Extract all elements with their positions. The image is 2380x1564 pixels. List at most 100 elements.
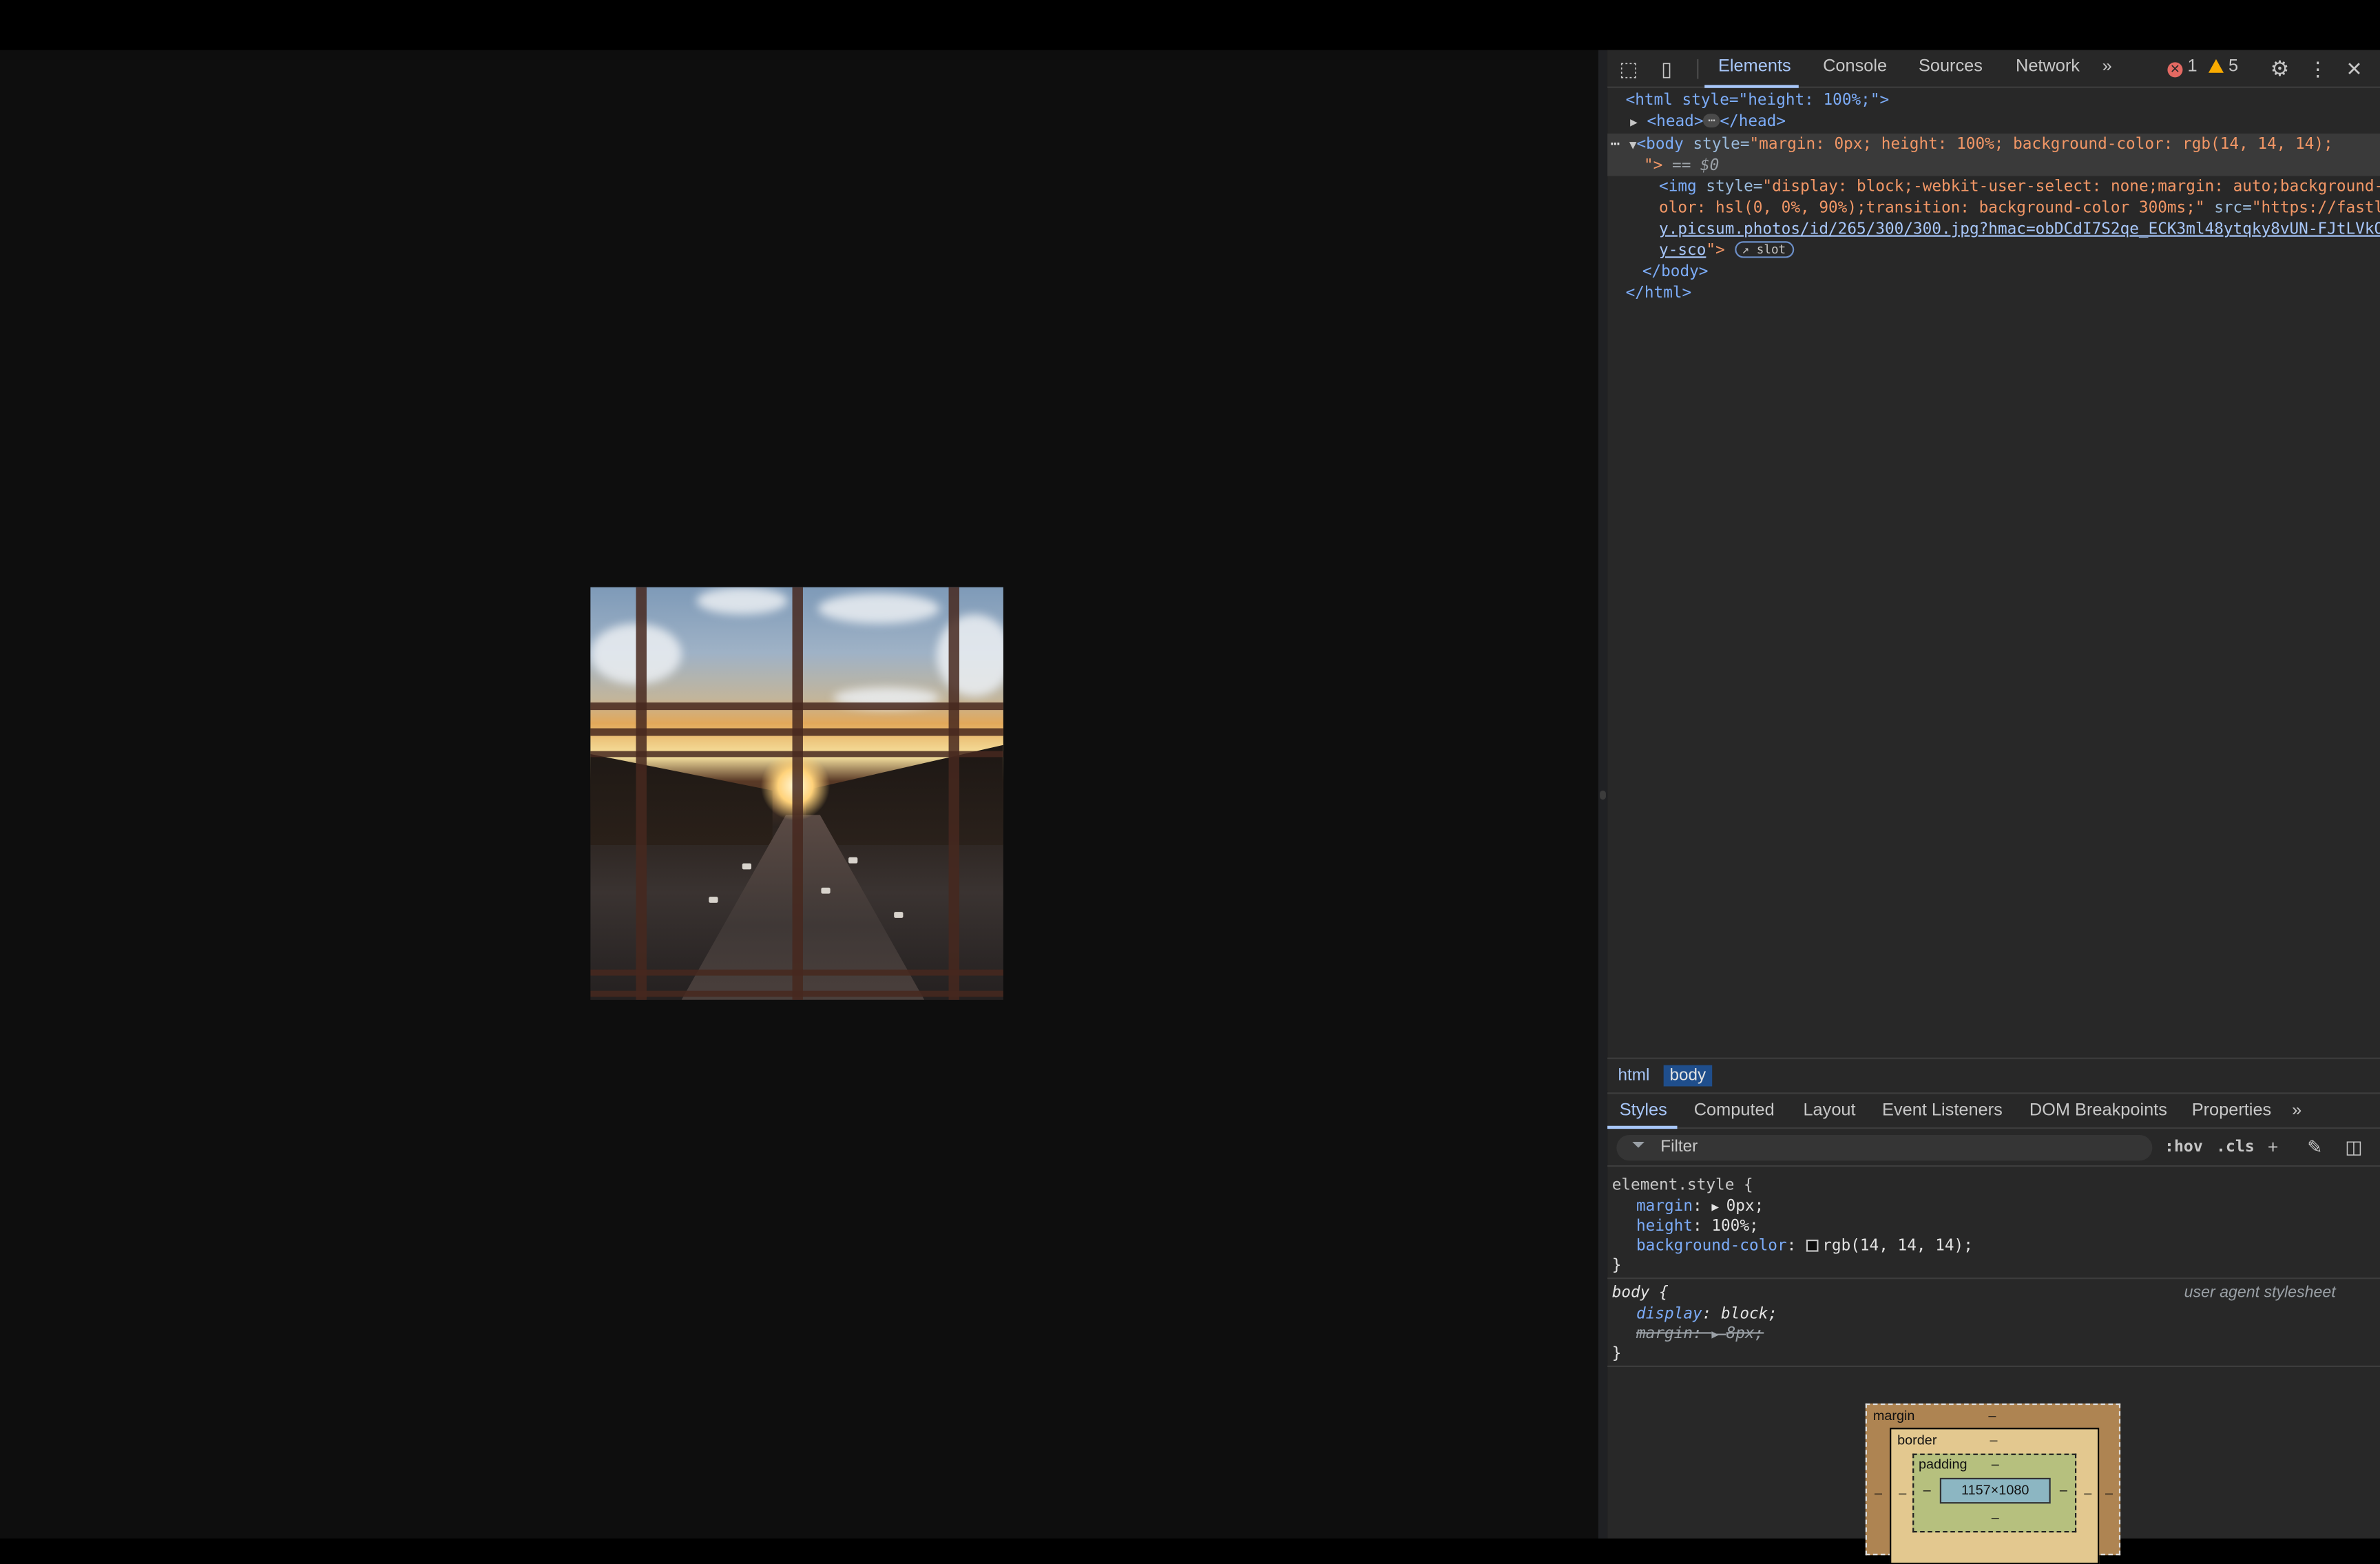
railing-bar xyxy=(590,969,1003,976)
tab-dom-breakpoints[interactable]: DOM Breakpoints xyxy=(2029,1101,2167,1119)
box-model-margin[interactable]: margin – – – border – – – padding – – – … xyxy=(1865,1403,2121,1564)
body-rule-selector[interactable]: body { xyxy=(1612,1284,1669,1304)
browser-top-bar xyxy=(0,0,2380,50)
close-brace: } xyxy=(1611,1256,1622,1275)
style-rule-margin[interactable]: margin: ▶ 0px; xyxy=(1636,1197,1764,1217)
panel-resize-handle[interactable] xyxy=(1598,50,1608,1539)
dom-line-img[interactable]: <img style="display: block;-webkit-user-… xyxy=(1659,178,2380,198)
displayed-image[interactable] xyxy=(590,587,1003,1000)
dom-line-html-close[interactable]: </html> xyxy=(1626,284,1692,304)
property-value[interactable]: rgb(14, 14, 14); xyxy=(1822,1237,1973,1255)
dom-line-body[interactable]: ⋯ ▼<body style="margin: 0px; height: 100… xyxy=(1611,135,2333,156)
node-actions-icon[interactable]: ⋯ xyxy=(1611,135,1620,153)
html-close-tag: </html> xyxy=(1625,283,1692,302)
element-style-selector[interactable]: element.style { xyxy=(1612,1176,1753,1196)
box-model-padding[interactable]: padding – – – – 1157×1080 xyxy=(1912,1453,2077,1533)
body-close-quote: "> xyxy=(1644,156,1663,175)
body-close-tag: </body> xyxy=(1642,262,1709,281)
dom-line-body-close[interactable]: </body> xyxy=(1642,262,1709,283)
ua-stylesheet-label: user agent stylesheet xyxy=(2184,1284,2336,1304)
property-value[interactable]: 100%; xyxy=(1711,1217,1758,1235)
expand-triangle-icon[interactable]: ▶ xyxy=(1711,1200,1726,1214)
tab-styles[interactable]: Styles xyxy=(1620,1101,1667,1119)
dom-line-img-2[interactable]: olor: hsl(0, 0%, 90%);transition: backgr… xyxy=(1659,199,2380,220)
breadcrumb-body[interactable]: body xyxy=(1663,1065,1712,1087)
dom-line-html[interactable]: <html style="height: 100%;"> xyxy=(1626,91,1890,112)
style-rule-background-color[interactable]: background-color: rgb(14, 14, 14); xyxy=(1636,1237,1973,1257)
error-counter[interactable]: ✕ 1 xyxy=(2167,58,2198,78)
filter-funnel-icon: ⏷ xyxy=(1631,1136,1645,1155)
property-value: block; xyxy=(1721,1304,1778,1324)
railing-bar xyxy=(590,728,1003,736)
style-rule-height[interactable]: height: 100%; xyxy=(1636,1217,1759,1237)
color-swatch[interactable] xyxy=(1805,1239,1818,1252)
property-value: 8px; xyxy=(1726,1324,1764,1343)
railing-bar xyxy=(590,751,1003,758)
property-value[interactable]: 0px; xyxy=(1726,1197,1764,1215)
tab-elements[interactable]: Elements xyxy=(1718,58,1791,76)
cls-toggle-button[interactable]: .cls xyxy=(2216,1138,2255,1156)
property-name: background-color xyxy=(1636,1236,1787,1255)
property-name: display xyxy=(1636,1304,1702,1324)
margin-label: margin xyxy=(1872,1408,1915,1424)
tab-layout[interactable]: Layout xyxy=(1803,1101,1855,1119)
box-model-content-size[interactable]: 1157×1080 xyxy=(1939,1477,2051,1504)
box-model-border[interactable]: border – – – padding – – – – 1157×1080 xyxy=(1890,1428,2100,1564)
expand-triangle-icon[interactable]: ▶ xyxy=(1630,115,1638,129)
more-tabs-icon[interactable]: » xyxy=(2292,1101,2301,1119)
ua-rule-close-brace: } xyxy=(1612,1344,1622,1364)
inspect-element-icon[interactable]: ⬚ xyxy=(1616,58,1640,81)
body-style-attr: style= xyxy=(1683,135,1750,154)
dom-line-img-3[interactable]: y.picsum.photos/id/265/300/300.jpg?hmac=… xyxy=(1659,220,2380,240)
devtools-panel: ⬚ ▯ Elements Console Sources Network » ✕… xyxy=(1607,50,2380,1564)
more-tabs-icon[interactable]: » xyxy=(2102,58,2112,76)
tab-console[interactable]: Console xyxy=(1823,58,1887,76)
collapse-triangle-icon[interactable]: ▼ xyxy=(1629,138,1637,152)
more-options-icon[interactable]: ⋮ xyxy=(2306,58,2330,81)
body-tag: <body xyxy=(1636,135,1684,154)
tab-event-listeners[interactable]: Event Listeners xyxy=(1882,1101,2003,1119)
breadcrumb-html[interactable]: html xyxy=(1612,1065,1656,1087)
colon: : xyxy=(1692,1197,1712,1216)
paint-brush-icon[interactable]: ✎ xyxy=(2307,1136,2322,1158)
tab-network[interactable]: Network xyxy=(2016,58,2080,76)
element-style-label: element.style { xyxy=(1611,1176,1753,1194)
tree-line-left xyxy=(590,753,773,846)
body-style-value: "margin: 0px; height: 100%; background-c… xyxy=(1749,135,2333,154)
img-style-value: "display: block;-webkit-user-select: non… xyxy=(1762,177,2380,196)
car xyxy=(709,897,718,903)
tab-properties[interactable]: Properties xyxy=(2192,1101,2272,1119)
warning-counter[interactable]: 5 xyxy=(2208,58,2238,76)
new-style-rule-icon[interactable]: + xyxy=(2268,1136,2278,1158)
tree-line-right xyxy=(806,744,1003,846)
user-agent-label: user agent stylesheet xyxy=(2184,1283,2336,1302)
slot-badge[interactable]: ↗ slot xyxy=(1734,241,1794,258)
car xyxy=(894,912,904,918)
dom-line-head[interactable]: ▶ <head> ⋯ </head> xyxy=(1630,112,1786,133)
active-subtab-indicator xyxy=(1607,1125,1678,1129)
settings-gear-icon[interactable]: ⚙ xyxy=(2268,57,2292,81)
margin-right-value: – xyxy=(2105,1485,2113,1501)
colon: : xyxy=(1702,1304,1722,1324)
breadcrumb: html body xyxy=(1607,1057,2380,1092)
tab-sources[interactable]: Sources xyxy=(1919,58,1983,76)
dom-line-body-end[interactable]: "> == $0 xyxy=(1644,156,1719,177)
railing-bar xyxy=(590,702,1003,711)
railing-bar xyxy=(792,587,803,1000)
dom-line-img-4[interactable]: y-sco"> ↗ slot xyxy=(1659,241,1794,262)
colon: : xyxy=(1692,1216,1712,1235)
padding-right-value: – xyxy=(2059,1482,2067,1498)
toggle-sidebar-icon[interactable]: ◫ xyxy=(2345,1136,2362,1158)
img-tag-end: "> xyxy=(1706,241,1725,260)
img-src-link[interactable]: y.picsum.photos/id/265/300/300.jpg?hmac=… xyxy=(1659,220,2380,238)
collapsed-ellipsis-icon[interactable]: ⋯ xyxy=(1703,114,1720,128)
error-icon: ✕ xyxy=(2167,62,2183,78)
hov-toggle-button[interactable]: :hov xyxy=(2164,1138,2203,1156)
filter-input[interactable]: ⏷ Filter xyxy=(1616,1134,2153,1161)
property-name: height xyxy=(1636,1216,1693,1235)
img-src-link-end[interactable]: y-sco xyxy=(1659,241,1706,259)
device-toolbar-icon[interactable]: ▯ xyxy=(1654,58,1678,81)
tab-computed[interactable]: Computed xyxy=(1694,1101,1775,1119)
close-devtools-icon[interactable]: ✕ xyxy=(2342,58,2366,81)
padding-left-value: – xyxy=(1923,1482,1931,1498)
